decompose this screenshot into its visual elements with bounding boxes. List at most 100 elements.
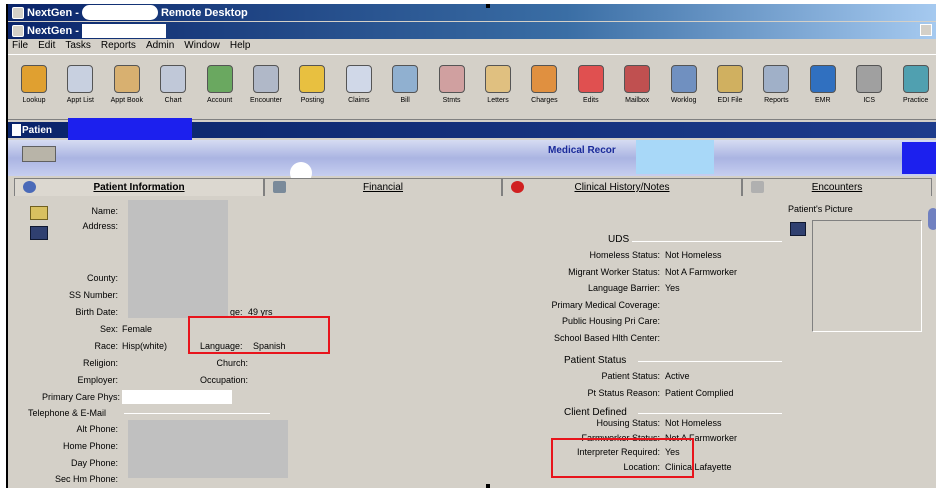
toolbar-button-account[interactable]: Account (198, 59, 242, 117)
chart-icon (160, 65, 187, 93)
toolbar-label: Worklog (670, 97, 697, 104)
toolbar-label: Charges (531, 97, 558, 104)
person-card-icon[interactable] (30, 226, 48, 240)
label-alt-phone: Alt Phone: (76, 424, 118, 434)
toolbar-label: Posting (300, 97, 325, 104)
remote-desktop-window: NextGen - Remote Desktop NextGen - File E… (6, 4, 936, 488)
uds-value: Not A Farmworker (665, 266, 738, 277)
client-defined-label: Housing Status: (596, 418, 660, 428)
menu-item-admin[interactable]: Admin (146, 40, 174, 51)
toolbar-button-claims[interactable]: Claims (337, 59, 381, 117)
ics-icon (856, 65, 883, 93)
app-title: NextGen - (27, 24, 79, 37)
emr-icon (809, 65, 836, 93)
label-address: Address: (82, 221, 118, 231)
race-value: Hisp(white) (122, 341, 168, 351)
label-employer: Employer: (77, 375, 118, 385)
toolbar-button-charges[interactable]: Charges (522, 59, 566, 117)
reports-icon (763, 65, 790, 93)
uds-divider (632, 241, 782, 242)
patient-status-header: Patient Status (564, 355, 627, 366)
menu-item-file[interactable]: File (12, 40, 28, 51)
label-sex: Sex: (99, 324, 118, 334)
window-control-button[interactable] (920, 24, 932, 36)
tab-strip: Patient Information Financial Clinical H… (14, 178, 932, 196)
charges-icon (531, 65, 558, 93)
posting-icon (299, 65, 326, 93)
marker-top (486, 4, 490, 8)
toolbar-button-practice[interactable]: Practice (894, 59, 936, 117)
banner-right-block (902, 142, 936, 174)
toolbar-button-mailbox[interactable]: Mailbox (615, 59, 659, 117)
toolbar-button-lookup[interactable]: Lookup (12, 59, 56, 117)
banner-title: Medical Recor (548, 145, 616, 156)
toolbar-label: Encounter (250, 97, 282, 104)
toolbar-button-bill[interactable]: Bill (383, 59, 427, 117)
appt-book-icon (113, 65, 140, 93)
banner-toolbar-icons[interactable] (22, 146, 56, 162)
toolbar-button-encounter[interactable]: Encounter (244, 59, 288, 117)
language-highlight-box (188, 316, 330, 354)
toolbar-button-letters[interactable]: Letters (476, 59, 520, 117)
toolbar-button-edi-file[interactable]: EDI File (708, 59, 752, 117)
patient-status-value: Active (665, 371, 690, 381)
primary-care-field[interactable] (122, 390, 232, 404)
tab-patient-information[interactable]: Patient Information (14, 178, 264, 196)
uds-header: UDS (608, 234, 630, 245)
uds-label: Public Housing Pri Care: (561, 316, 660, 326)
side-globe-icon[interactable] (928, 208, 936, 230)
patient-info-tab-icon (23, 181, 36, 193)
toolbar-button-chart[interactable]: Chart (151, 59, 195, 117)
uds-label: Primary Medical Coverage: (551, 299, 660, 310)
label-ss-number: SS Number: (68, 290, 118, 300)
label-race: Race: (94, 341, 118, 351)
patient-picture-box[interactable] (812, 220, 922, 332)
edi-file-icon (717, 65, 743, 93)
toolbar-button-edits[interactable]: Edits (569, 59, 613, 117)
toolbar-button-ics[interactable]: ICS (847, 59, 891, 117)
bill-icon (392, 65, 419, 93)
menu-item-edit[interactable]: Edit (38, 40, 55, 51)
toolbar-button-posting[interactable]: Posting (290, 59, 334, 117)
redacted-phones (128, 420, 288, 478)
uds-value: Not Homeless (665, 250, 722, 260)
worklog-icon (670, 65, 697, 93)
tab-clinical-history[interactable]: Clinical History/Notes (502, 178, 742, 196)
folder-icon[interactable] (30, 206, 48, 220)
redacted-app-title (81, 23, 166, 38)
toolbar-button-appt-list[interactable]: Appt List (58, 59, 102, 117)
toolbar-button-emr[interactable]: EMR (801, 59, 845, 117)
toolbar-label: Mailbox (625, 97, 650, 104)
label-day-phone: Day Phone: (70, 458, 118, 468)
remote-desktop-titlebar: NextGen - Remote Desktop (8, 4, 936, 21)
uds-label: School Based Hlth Center: (553, 332, 660, 343)
toolbar-label: EMR (815, 97, 831, 104)
toolbar-label: Edits (583, 97, 599, 104)
client-defined-header: Client Defined (564, 407, 627, 418)
claims-icon (345, 65, 372, 93)
main-toolbar: Lookup Appt List Appt Book Chart Account Enco… (8, 54, 936, 120)
label-sec-hm-phone: Sec Hm Phone: (54, 474, 118, 484)
patient-bar-label: Patien (22, 124, 53, 136)
label-county: County: (86, 273, 118, 283)
toolbar-button-appt-book[interactable]: Appt Book (105, 59, 149, 117)
practice-icon (902, 65, 929, 93)
toolbar-button-stmts[interactable]: Stmts (430, 59, 474, 117)
toolbar-label: Bill (400, 97, 410, 104)
toolbar-label: Stmts (442, 97, 461, 104)
menu-item-help[interactable]: Help (230, 40, 251, 51)
picture-card-icon[interactable] (790, 222, 806, 236)
menu-item-tasks[interactable]: Tasks (65, 40, 91, 51)
encounters-tab-icon (751, 181, 764, 193)
menu-item-reports[interactable]: Reports (101, 40, 136, 51)
client-defined-divider (638, 413, 782, 414)
toolbar-button-reports[interactable]: Reports (754, 59, 798, 117)
patient-status-label: Patient Status: (601, 371, 660, 381)
tab-encounters[interactable]: Encounters (742, 178, 932, 196)
toolbar-button-worklog[interactable]: Worklog (662, 59, 706, 117)
tab-financial[interactable]: Financial (264, 178, 502, 196)
toolbar-label: Claims (348, 97, 370, 104)
patient-picture-label: Patient's Picture (788, 204, 853, 214)
menu-item-window[interactable]: Window (184, 40, 220, 51)
toolbar-label: Appt Book (110, 97, 143, 104)
